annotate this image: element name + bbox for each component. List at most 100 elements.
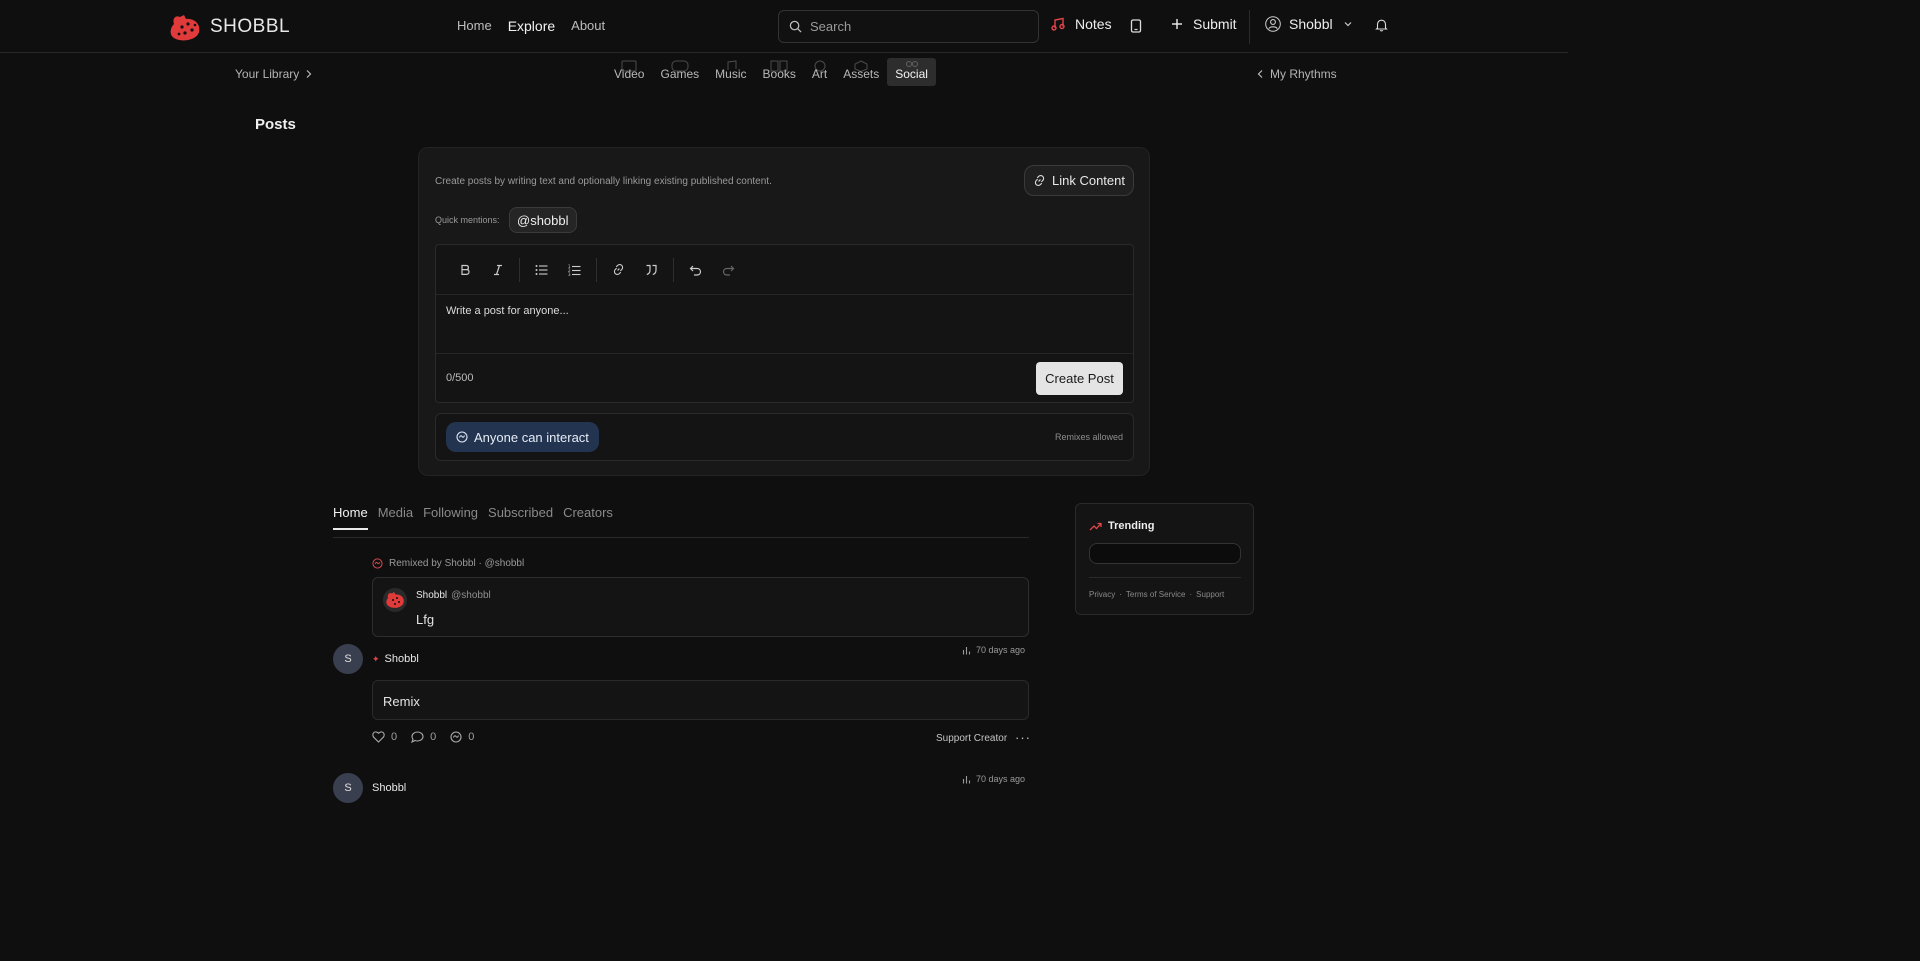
feed-tab-subscribed[interactable]: Subscribed <box>488 505 553 530</box>
category-tabs: Video Games Music Books Art Assets Socia… <box>606 58 936 86</box>
quote-icon <box>646 264 657 275</box>
support-link[interactable]: Support <box>1196 590 1224 599</box>
brand-name: SHOBBL <box>210 16 291 37</box>
avatar[interactable]: S <box>333 644 363 674</box>
quote-button[interactable] <box>635 255 668 285</box>
trending-up-icon <box>1089 522 1102 530</box>
feed-tab-creators[interactable]: Creators <box>563 505 613 530</box>
category-social[interactable]: Social <box>887 58 936 86</box>
nav-link-about[interactable]: About <box>571 18 605 34</box>
submit-label: Submit <box>1193 16 1237 32</box>
post-time-text: 70 days ago <box>976 774 1026 784</box>
quoted-author[interactable]: Shobbl @shobbl <box>416 590 491 601</box>
feed-tab-home[interactable]: Home <box>333 505 368 530</box>
plus-icon <box>1172 19 1182 29</box>
comment-icon <box>411 731 424 743</box>
footer-dot: · <box>1189 590 1193 599</box>
search-box[interactable] <box>778 10 1039 43</box>
bell-icon <box>1375 19 1388 32</box>
quoted-post-text: Lfg <box>416 612 435 627</box>
toolbar-divider <box>596 257 597 282</box>
link-icon <box>613 264 624 275</box>
terms-link[interactable]: Terms of Service <box>1126 590 1186 599</box>
editor-footer: 0/500 Create Post <box>436 354 1133 403</box>
editor-placeholder: Write a post for anyone... <box>446 305 569 317</box>
feed-tab-media[interactable]: Media <box>378 505 413 530</box>
film-icon <box>621 60 637 72</box>
nav-link-home[interactable]: Home <box>457 18 492 34</box>
bar-chart-icon <box>962 646 971 654</box>
quoted-author-name: Shobbl <box>416 590 448 601</box>
post-time-text: 70 days ago <box>976 645 1026 655</box>
notifications-button[interactable] <box>1375 18 1388 32</box>
post-composer: Create posts by writing text and optiona… <box>418 147 1150 476</box>
palette-icon <box>814 60 826 72</box>
insert-link-button[interactable] <box>602 255 635 285</box>
like-button[interactable]: 0 <box>372 731 397 743</box>
rich-text-editor: 123 Write a post for anyone... 0/500 Cre… <box>435 244 1134 403</box>
redo-button[interactable] <box>712 255 745 285</box>
category-music[interactable]: Music <box>707 58 754 86</box>
submit-button[interactable]: Submit <box>1171 16 1237 32</box>
mention-chip[interactable]: @shobbl <box>509 207 577 233</box>
svg-text:3: 3 <box>568 272 571 276</box>
quoted-author-handle: @shobbl <box>451 590 491 601</box>
nav-link-explore[interactable]: Explore <box>508 18 555 34</box>
trending-divider <box>1089 577 1241 578</box>
brand-logo[interactable]: SHOBBL <box>168 12 290 42</box>
sparkle-icon: ✦ <box>372 653 380 664</box>
remix-button[interactable]: 0 <box>450 731 474 743</box>
avatar[interactable]: S <box>333 773 363 803</box>
notes-button[interactable]: Notes <box>1051 16 1112 32</box>
category-books[interactable]: Books <box>755 58 804 86</box>
undo-button[interactable] <box>679 255 712 285</box>
footer-dot: · <box>1119 590 1122 599</box>
category-games[interactable]: Games <box>652 58 707 86</box>
category-art[interactable]: Art <box>804 58 835 86</box>
toolbar-divider <box>673 257 674 282</box>
remixed-by-text: Remixed by Shobbl · @shobbl <box>389 558 525 569</box>
interaction-settings: Anyone can interact Remixes allowed <box>435 413 1134 461</box>
post-author[interactable]: ✦ Shobbl <box>372 653 419 665</box>
wallet-button[interactable] <box>1130 19 1142 33</box>
undo-icon <box>689 265 702 276</box>
main-links: Home Explore About <box>457 18 621 34</box>
quoted-post[interactable]: Shobbl @shobbl Lfg <box>372 577 1029 637</box>
user-icon <box>1265 16 1281 32</box>
create-post-button[interactable]: Create Post <box>1036 362 1123 395</box>
top-navigation: SHOBBL Home Explore About Notes Submit S… <box>0 0 1568 53</box>
comment-button[interactable]: 0 <box>411 731 436 743</box>
trending-title: Trending <box>1089 520 1154 532</box>
chevron-down-icon <box>1344 22 1352 27</box>
character-counter: 0/500 <box>446 372 474 384</box>
italic-icon <box>493 264 502 275</box>
post-author[interactable]: Shobbl <box>372 782 406 794</box>
bar-chart-icon <box>962 775 971 783</box>
music-icon <box>727 60 737 70</box>
support-creator-link[interactable]: Support Creator <box>936 733 1007 744</box>
search-input[interactable] <box>810 19 1010 34</box>
category-video[interactable]: Video <box>606 58 652 86</box>
link-content-button[interactable]: Link Content <box>1024 165 1134 196</box>
bold-button[interactable] <box>448 255 481 285</box>
user-menu[interactable]: Shobbl <box>1265 16 1353 32</box>
trending-title-text: Trending <box>1108 520 1155 532</box>
numbered-list-button[interactable]: 123 <box>558 255 591 285</box>
your-library-link[interactable]: Your Library <box>235 67 313 81</box>
feed-tabs: Home Media Following Subscribed Creators <box>333 505 1029 538</box>
italic-button[interactable] <box>481 255 514 285</box>
post-text-area[interactable]: Write a post for anyone... <box>436 295 1133 354</box>
category-assets[interactable]: Assets <box>835 58 887 86</box>
privacy-link[interactable]: Privacy <box>1089 590 1115 599</box>
nav-divider <box>1249 10 1250 44</box>
gamepad-icon <box>671 60 689 72</box>
remixes-allowed-label: Remixes allowed <box>1054 432 1123 442</box>
feed-tab-following[interactable]: Following <box>423 505 478 530</box>
anyone-can-interact-button[interactable]: Anyone can interact <box>446 422 599 452</box>
my-rhythms-link[interactable]: My Rhythms <box>1256 67 1337 81</box>
chevron-left-icon <box>1257 70 1263 78</box>
more-options-icon[interactable]: ··· <box>1015 730 1031 745</box>
link-content-label: Link Content <box>1052 173 1125 188</box>
music-note-icon <box>1051 17 1065 31</box>
bullet-list-button[interactable] <box>525 255 558 285</box>
